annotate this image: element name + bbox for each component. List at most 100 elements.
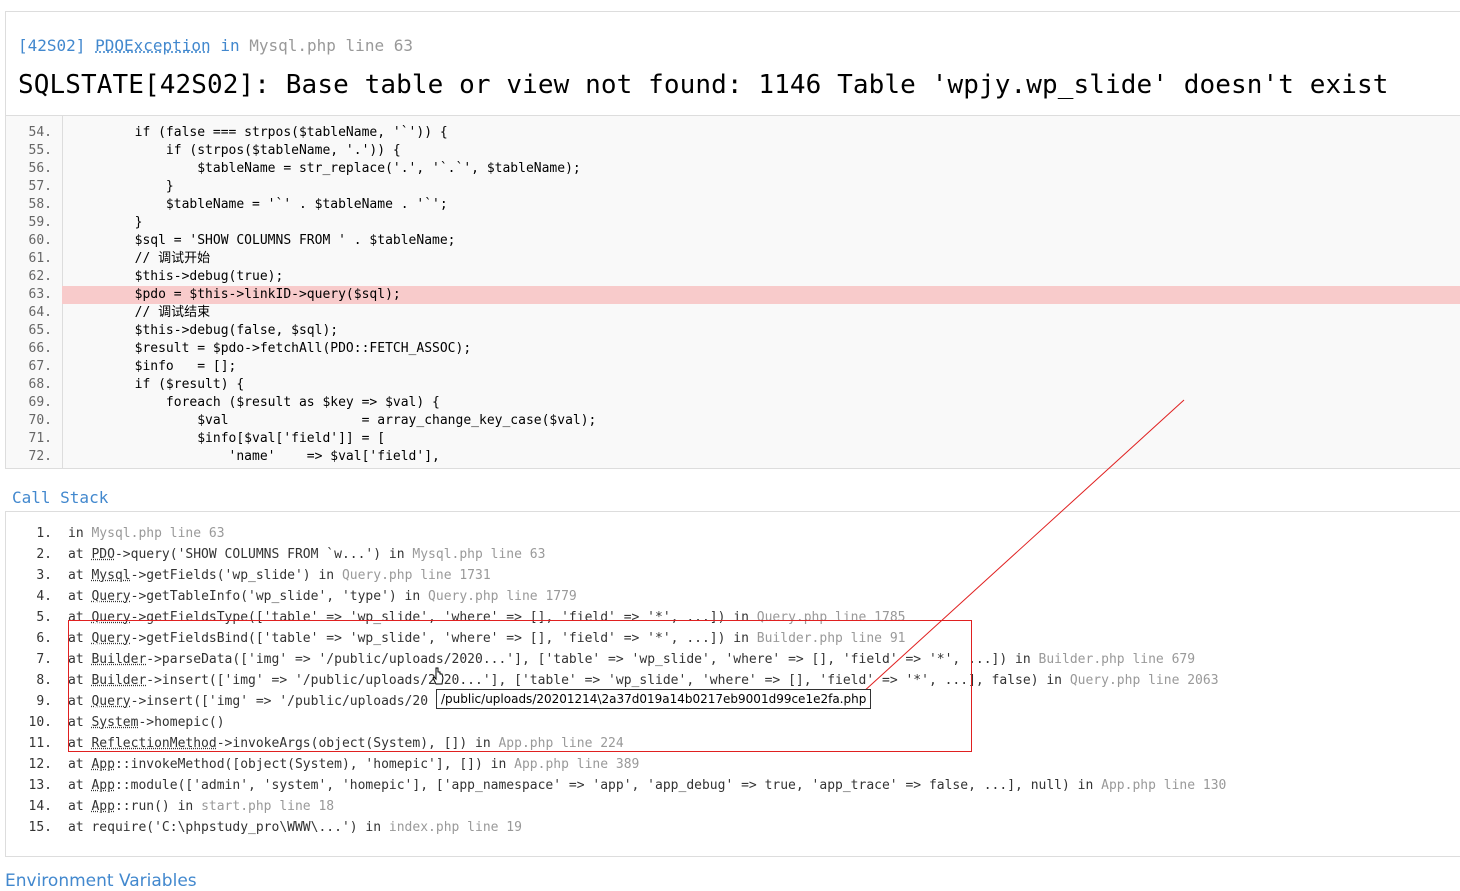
frame-call: ->getTableInfo('wp_slide', 'type') in: [130, 589, 429, 604]
call-stack-frame: 3. at Mysql->getFields('wp_slide') in Que…: [24, 566, 1444, 586]
frame-class-link[interactable]: App: [91, 757, 114, 772]
code-text: if (false === strpos($tableName, '`')) {: [72, 125, 448, 140]
frame-prefix: at: [68, 568, 92, 583]
line-number: 56.: [28, 161, 52, 176]
code-line: 63. $pdo = $this->linkID->query($sql);: [29, 286, 1460, 304]
line-number: 61.: [28, 251, 52, 266]
line-number: 57.: [28, 179, 52, 194]
frame-number: 11.: [28, 736, 52, 751]
line-number: 64.: [28, 305, 52, 320]
frame-number: 14.: [28, 799, 52, 814]
line-number: 59.: [28, 215, 52, 230]
code-text: // 调试结束: [72, 305, 211, 320]
line-number: 69.: [28, 395, 52, 410]
call-stack-title: Call Stack: [12, 488, 109, 507]
code-text: $tableName = str_replace('.', '`.`', $ta…: [72, 161, 581, 176]
line-number: 70.: [28, 413, 52, 428]
frame-location[interactable]: App.php line 130: [1101, 778, 1226, 793]
code-line: 61. // 调试开始: [6, 250, 1460, 268]
frame-location[interactable]: App.php line 389: [514, 757, 639, 772]
exception-panel: [42S02] PDOException in Mysql.php line 6…: [5, 11, 1460, 469]
code-text: 'name' => $val['field'],: [72, 449, 440, 464]
frame-location[interactable]: Query.php line 1731: [342, 568, 491, 583]
frame-class-link[interactable]: App: [91, 799, 114, 814]
code-text: $this->debug(true);: [72, 269, 284, 284]
call-stack-frame: 13. at App::module(['admin', 'system', 'h…: [24, 776, 1444, 796]
call-stack-divider: [5, 511, 1460, 512]
frame-prefix: at: [68, 547, 92, 562]
call-stack-frame: 14. at App::run() in start.php line 18: [24, 797, 1444, 817]
frame-call: ->query('SHOW COLUMNS FROM `w...') in: [114, 547, 413, 562]
exception-file[interactable]: Mysql.php line 63: [249, 36, 413, 55]
frame-prefix: at: [68, 820, 92, 835]
frame-prefix: at: [68, 799, 92, 814]
frame-location[interactable]: Mysql.php line 63: [412, 547, 545, 562]
code-text: $this->debug(false, $sql);: [72, 323, 339, 338]
line-number: 71.: [28, 431, 52, 446]
frame-class-link[interactable]: App: [91, 778, 114, 793]
frame-location[interactable]: start.php line 18: [201, 799, 334, 814]
frame-class-link[interactable]: Mysql: [91, 568, 130, 583]
code-text: $tableName = '`' . $tableName . '`';: [72, 197, 448, 212]
line-number: 65.: [28, 323, 52, 338]
code-text: }: [72, 215, 143, 230]
frame-call: ::invokeMethod([object(System), 'homepic…: [114, 757, 515, 772]
exception-header: [42S02] PDOException in Mysql.php line 6…: [6, 12, 1460, 116]
code-line: 55. if (strpos($tableName, '.')) {: [6, 142, 1460, 160]
frame-number: 15.: [28, 820, 52, 835]
frame-prefix: in: [68, 526, 92, 541]
line-number: 67.: [28, 359, 52, 374]
frame-number: 4.: [36, 589, 52, 604]
frame-call: ->getFields('wp_slide') in: [130, 568, 342, 583]
code-line: 68. if ($result) {: [6, 376, 1460, 394]
frame-number: 3.: [36, 568, 52, 583]
exception-class-link[interactable]: PDOException: [95, 36, 211, 55]
frame-location[interactable]: Query.php line 2063: [1070, 673, 1219, 688]
frame-number: 13.: [28, 778, 52, 793]
frame-prefix: at: [68, 757, 92, 772]
call-stack-frame: 15. at require('C:\phpstudy_pro\WWW\...')…: [24, 818, 1444, 838]
code-line: 66. $result = $pdo->fetchAll(PDO::FETCH_…: [6, 340, 1460, 358]
code-text: $pdo = $this->linkID->query($sql);: [72, 287, 401, 302]
code-text: $sql = 'SHOW COLUMNS FROM ' . $tableName…: [72, 233, 456, 248]
line-number: 54.: [28, 125, 52, 140]
frame-number: 5.: [36, 610, 52, 625]
call-stack-frame: 1. in Mysql.php line 63: [24, 524, 1444, 544]
frame-location[interactable]: index.php line 19: [389, 820, 522, 835]
frame-number: 10.: [28, 715, 52, 730]
code-text: $val = array_change_key_case($val);: [72, 413, 597, 428]
frame-location[interactable]: Mysql.php line 63: [91, 526, 224, 541]
code-line: 57. }: [6, 178, 1460, 196]
frame-call: require('C:\phpstudy_pro\WWW\...') in: [91, 820, 389, 835]
frame-class-link[interactable]: Query: [91, 589, 130, 604]
frame-number: 1.: [36, 526, 52, 541]
code-line: 65. $this->debug(false, $sql);: [6, 322, 1460, 340]
code-line: 58. $tableName = '`' . $tableName . '`';: [6, 196, 1460, 214]
code-line: 71. $info[$val['field']] = [: [6, 430, 1460, 448]
line-number: 62.: [28, 269, 52, 284]
frame-location[interactable]: Builder.php line 679: [1039, 652, 1196, 667]
frame-call: ::module(['admin', 'system', 'homepic'],…: [114, 778, 1102, 793]
frame-call: ::run() in: [114, 799, 202, 814]
code-text: $result = $pdo->fetchAll(PDO::FETCH_ASSO…: [72, 341, 472, 356]
code-line: 70. $val = array_change_key_case($val);: [6, 412, 1460, 430]
frame-location[interactable]: Query.php line 1779: [428, 589, 577, 604]
call-stack-frame: 4. at Query->getTableInfo('wp_slide', 'ty…: [24, 587, 1444, 607]
call-stack-frame: 2. at PDO->query('SHOW COLUMNS FROM `w...…: [24, 545, 1444, 565]
line-number: 72.: [28, 449, 52, 464]
line-number: 58.: [28, 197, 52, 212]
frame-number: 12.: [28, 757, 52, 772]
line-number: 55.: [28, 143, 52, 158]
code-line: 60. $sql = 'SHOW COLUMNS FROM ' . $table…: [6, 232, 1460, 250]
code-line: 62. $this->debug(true);: [6, 268, 1460, 286]
code-line: 56. $tableName = str_replace('.', '`.`',…: [6, 160, 1460, 178]
exception-meta: [42S02] PDOException in Mysql.php line 6…: [18, 36, 413, 55]
code-text: if (strpos($tableName, '.')) {: [72, 143, 401, 158]
frame-number: 6.: [36, 631, 52, 646]
code-line: 72. 'name' => $val['field'],: [6, 448, 1460, 466]
code-line: 69. foreach ($result as $key => $val) {: [6, 394, 1460, 412]
code-text: if ($result) {: [72, 377, 245, 392]
frame-class-link[interactable]: PDO: [91, 547, 114, 562]
exception-in-word: in: [220, 36, 240, 55]
line-number: 60.: [28, 233, 52, 248]
